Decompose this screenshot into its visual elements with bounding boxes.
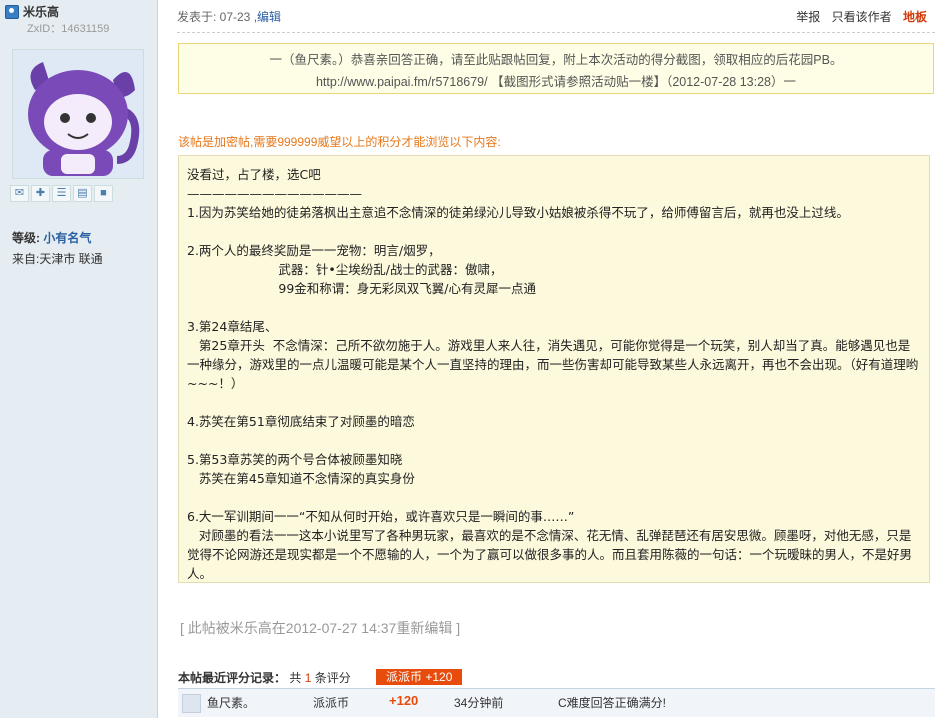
rating-badge: 派派币 +120	[376, 669, 463, 685]
username[interactable]: 米乐高	[23, 3, 59, 20]
blocks-icon[interactable]: ■	[94, 185, 113, 202]
content-gap	[187, 431, 921, 450]
rating-time: 34分钟前	[454, 696, 504, 710]
rating-count-prefix: 共	[289, 671, 302, 685]
content-line: 6.大一军训期间一一“不知从何时开始，或许喜欢只是一瞬间的事……”	[187, 509, 575, 524]
rating-count-suffix: 条评分	[314, 671, 351, 685]
content-line: 4.苏笑在第51章彻底结束了对顾墨的暗恋	[187, 414, 415, 429]
divider	[177, 32, 935, 33]
user-location: 来自:天津市 联通	[12, 252, 103, 266]
content-line: 1.因为苏笑给她的徒弟落枫出主意追不念情深的徒弟绿沁儿导致小姑娘被杀得不玩了，给…	[187, 205, 849, 220]
rating-count: 1	[304, 671, 312, 685]
content-line: 武器：针•尘埃纷乱/战士的武器：傲啸，	[187, 262, 503, 277]
user-row: 米乐高	[5, 3, 59, 20]
content-line: 没看过，占了楼，选C吧	[187, 167, 321, 182]
rating-points: +120	[389, 693, 419, 708]
content-gap	[187, 298, 921, 317]
user-sidebar: 米乐高 ZxID：14631159 ✉ ✚ ☰ ▤ ■ 等级: 小有名气 来自:…	[0, 0, 158, 718]
post-actions: 举报 只看该作者 地板	[788, 8, 927, 25]
rating-reason: C难度回答正确满分!	[558, 696, 667, 710]
online-status-icon	[5, 4, 19, 19]
profile-icon[interactable]: ☰	[52, 185, 71, 202]
rater-name[interactable]: 鱼尺素。	[207, 694, 255, 711]
content-line: 5.第53章苏笑的两个号合体被顾墨知晓	[187, 452, 403, 467]
level-value: 小有名气	[43, 231, 92, 245]
edit-link[interactable]: ,编辑	[254, 10, 281, 24]
user-action-icons: ✉ ✚ ☰ ▤ ■	[10, 185, 115, 202]
user-id: ZxID：14631159	[27, 23, 110, 35]
content-line: ——————————————	[187, 186, 362, 201]
award-notice: 一（鱼尺素。）恭喜亲回答正确，请至此贴跟帖回复，附上本次活动的得分截图，领取相应…	[178, 43, 934, 94]
rating-title-label: 本帖最近评分记录：	[178, 671, 287, 685]
content-line: 99金和称谓：身无彩凤双飞翼/心有灵犀一点通	[187, 281, 537, 296]
encrypt-notice: 该帖是加密帖,需要999999威望以上的积分才能浏览以下内容:	[178, 135, 501, 149]
content-gap	[187, 393, 921, 412]
content-line: 对顾墨的看法一一这本小说里写了各种男玩家，最喜欢的是不念情深、花无情、乱弹琵琶还…	[187, 528, 913, 581]
rating-row: 鱼尺素。 派派币 +120 34分钟前 C难度回答正确满分!	[178, 688, 935, 717]
only-author-link[interactable]: 只看该作者	[832, 10, 892, 24]
edit-note: [ 此帖被米乐高在2012-07-27 14:37重新编辑 ]	[180, 620, 461, 636]
report-link[interactable]: 举报	[796, 10, 820, 24]
card-icon[interactable]: ▤	[73, 185, 92, 202]
add-friend-icon[interactable]: ✚	[31, 185, 50, 202]
rating-summary: 本帖最近评分记录： 共 1 条评分	[178, 669, 351, 686]
rater-avatar[interactable]	[182, 694, 201, 713]
content-line: 3.第24章结尾、	[187, 319, 278, 334]
content-gap	[187, 222, 921, 241]
message-icon[interactable]: ✉	[10, 185, 29, 202]
post-meta: 发表于: 07-23 ,编辑	[177, 8, 281, 25]
floor-label: 地板	[902, 10, 927, 24]
level-label: 等级:	[12, 231, 40, 245]
post-content: 没看过，占了楼，选C吧 —————————————— 1.因为苏笑给她的徒弟落枫出主…	[178, 155, 930, 583]
avatar[interactable]	[12, 49, 144, 179]
content-line: 苏笑在第45章知道不念情深的真实身份	[187, 471, 415, 486]
content-line: 2.两个人的最终奖励是一一宠物：明言/烟罗，	[187, 243, 441, 258]
content-gap	[187, 488, 921, 507]
rating-currency: 派派币	[313, 696, 350, 710]
post-time: 发表于: 07-23	[177, 10, 251, 24]
user-level: 等级: 小有名气	[12, 229, 91, 246]
content-line: 第25章开头 不念情深：己所不欲勿施于人。游戏里人来人往，消失遇见，可能你觉得是…	[187, 338, 919, 391]
